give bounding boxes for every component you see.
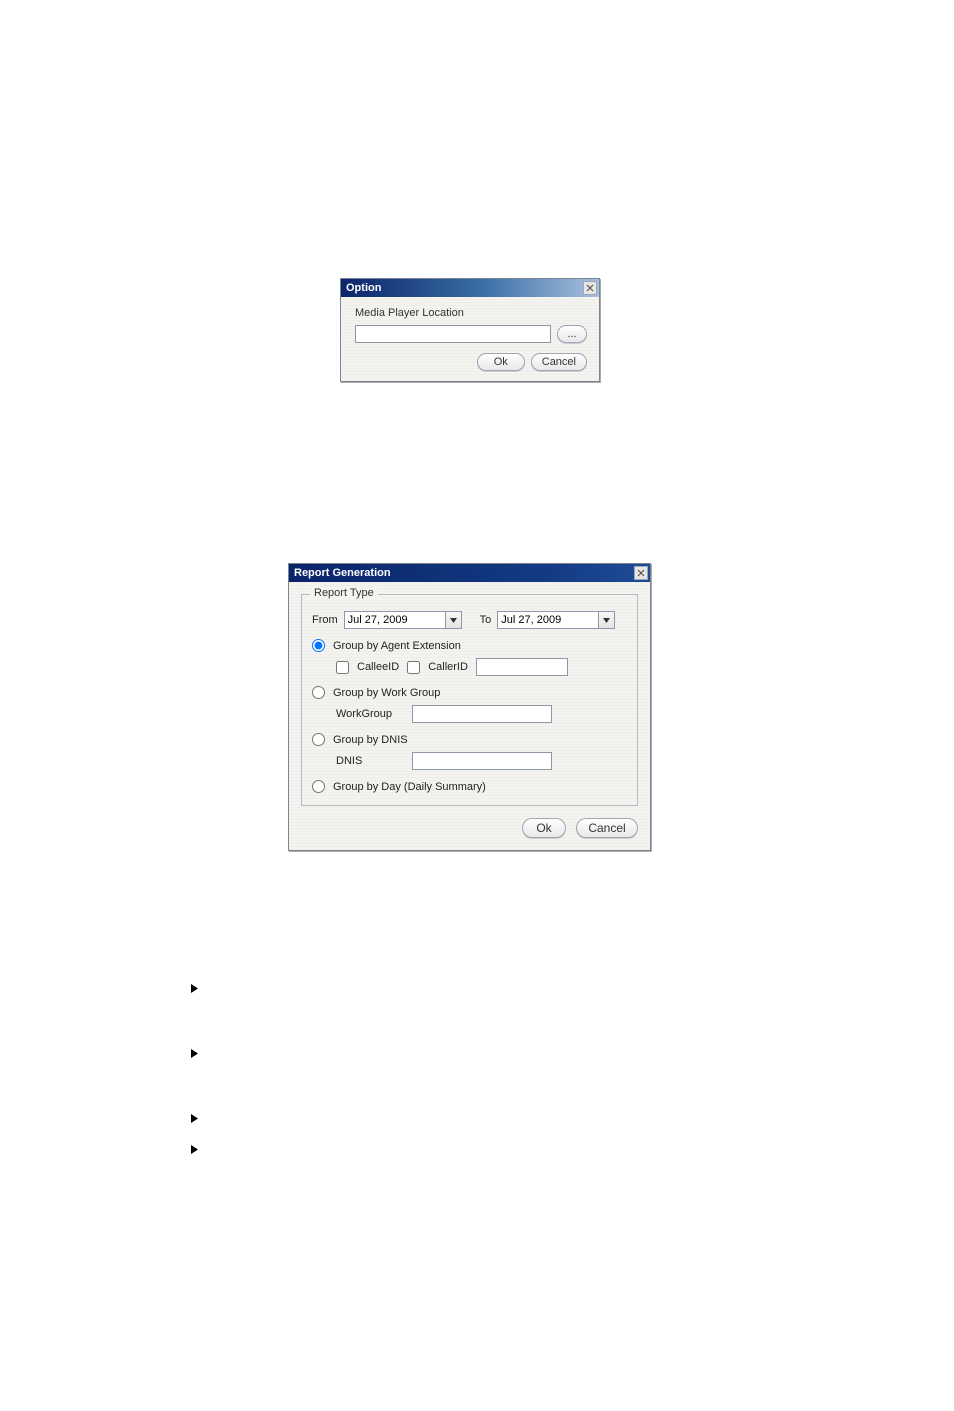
close-icon [586, 284, 594, 292]
report-titlebar: Report Generation [289, 564, 650, 582]
report-ok-button[interactable]: Ok [522, 818, 566, 838]
triangle-right-icon [190, 984, 199, 993]
option-cancel-button[interactable]: Cancel [531, 353, 587, 371]
triangle-right-icon [190, 1049, 199, 1058]
page: Option Media Player Location ... Ok Canc… [0, 0, 954, 1411]
group-by-day-label: Group by Day (Daily Summary) [333, 781, 486, 793]
option-titlebar: Option [341, 279, 599, 297]
callerid-checkbox[interactable]: CallerID [407, 661, 468, 674]
bullet-list [190, 984, 199, 1154]
option-ok-button[interactable]: Ok [477, 353, 525, 371]
group-by-dnis-radio[interactable]: Group by DNIS [312, 733, 408, 746]
report-dialog: Report Generation Report Type From [288, 563, 651, 851]
callerid-checkbox-input[interactable] [407, 661, 420, 674]
date-range-row: From To [312, 611, 627, 629]
report-buttons: Ok Cancel [301, 818, 638, 838]
to-label: To [480, 614, 492, 626]
from-date-dropdown-button[interactable] [445, 612, 461, 628]
dnis-field-label: DNIS [336, 755, 404, 767]
group-by-agent-radio[interactable]: Group by Agent Extension [312, 639, 461, 652]
media-player-location-label: Media Player Location [355, 307, 587, 319]
option-dialog: Option Media Player Location ... Ok Canc… [340, 278, 600, 382]
from-date-input[interactable] [345, 612, 445, 628]
option-close-button[interactable] [583, 281, 597, 295]
group-by-agent-label: Group by Agent Extension [333, 640, 461, 652]
browse-button[interactable]: ... [557, 325, 587, 343]
report-title: Report Generation [294, 567, 391, 579]
option-input-row: ... [355, 325, 587, 343]
calleeid-checkbox-input[interactable] [336, 661, 349, 674]
callerid-label: CallerID [428, 661, 468, 673]
report-type-groupbox: Report Type From To [301, 594, 638, 806]
from-label: From [312, 614, 338, 626]
report-body: Report Type From To [289, 582, 650, 850]
group-agent-row: Group by Agent Extension [312, 639, 627, 652]
bullet-item-2 [190, 1049, 199, 1058]
to-date-input[interactable] [498, 612, 598, 628]
workgroup-field-label: WorkGroup [336, 708, 404, 720]
calleeid-label: CalleeID [357, 661, 399, 673]
option-title: Option [346, 282, 381, 294]
workgroup-input[interactable] [412, 705, 552, 723]
workgroup-sub-row: WorkGroup [336, 705, 627, 723]
group-by-day-radio[interactable]: Group by Day (Daily Summary) [312, 780, 486, 793]
bullet-item-1 [190, 984, 199, 993]
calleeid-checkbox[interactable]: CalleeID [336, 661, 399, 674]
bullet-item-3 [190, 1114, 199, 1123]
bullet-item-4 [190, 1145, 199, 1154]
media-player-location-input[interactable] [355, 325, 551, 343]
group-day-row: Group by Day (Daily Summary) [312, 780, 627, 793]
triangle-right-icon [190, 1114, 199, 1123]
dnis-sub-row: DNIS [336, 752, 627, 770]
option-body: Media Player Location ... Ok Cancel [341, 297, 599, 381]
group-by-agent-radio-input[interactable] [312, 639, 325, 652]
agent-sub-row: CalleeID CallerID [336, 658, 627, 676]
group-by-dnis-radio-input[interactable] [312, 733, 325, 746]
option-buttons: Ok Cancel [355, 353, 587, 371]
group-by-day-radio-input[interactable] [312, 780, 325, 793]
chevron-down-icon [450, 618, 457, 623]
dnis-input[interactable] [412, 752, 552, 770]
group-workgroup-row: Group by Work Group [312, 686, 627, 699]
group-dnis-row: Group by DNIS [312, 733, 627, 746]
chevron-down-icon [603, 618, 610, 623]
to-date-dropdown-button[interactable] [598, 612, 614, 628]
report-cancel-button[interactable]: Cancel [576, 818, 638, 838]
group-by-dnis-label: Group by DNIS [333, 734, 408, 746]
group-by-workgroup-radio-input[interactable] [312, 686, 325, 699]
group-by-workgroup-label: Group by Work Group [333, 687, 440, 699]
callerid-input[interactable] [476, 658, 568, 676]
report-close-button[interactable] [634, 566, 648, 580]
to-date-combo[interactable] [497, 611, 615, 629]
triangle-right-icon [190, 1145, 199, 1154]
group-by-workgroup-radio[interactable]: Group by Work Group [312, 686, 440, 699]
close-icon [637, 569, 645, 577]
from-date-combo[interactable] [344, 611, 462, 629]
report-type-legend: Report Type [310, 587, 378, 599]
